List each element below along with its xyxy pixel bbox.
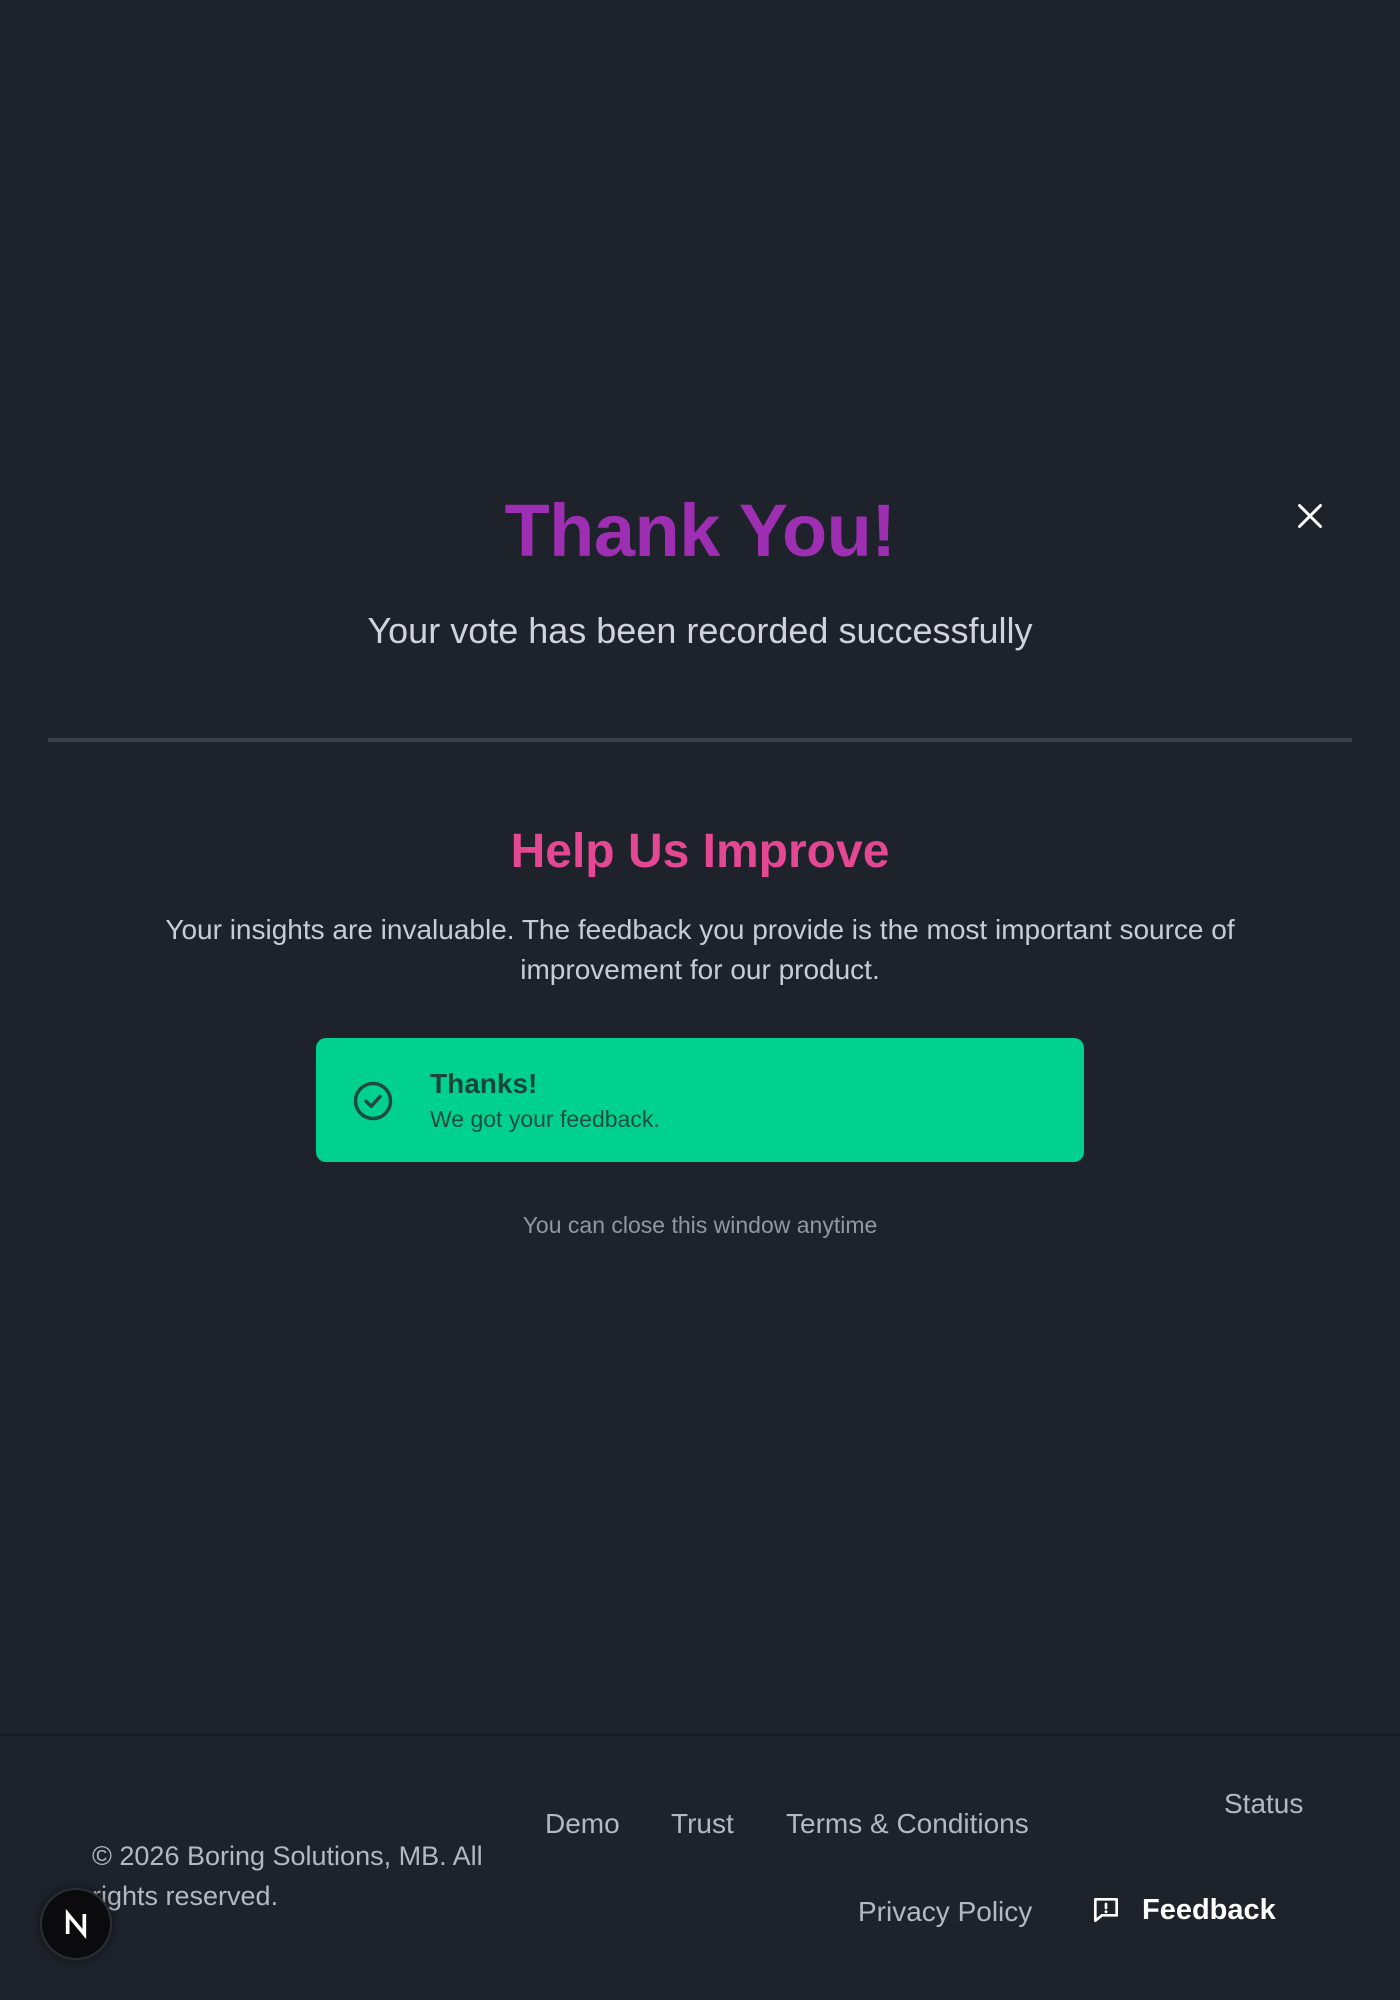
footer: © 2026 Boring Solutions, MB. All rights …	[0, 1734, 1400, 2000]
feedback-button[interactable]: Feedback	[1090, 1886, 1276, 1934]
feedback-button-label: Feedback	[1142, 1893, 1276, 1926]
thank-you-title: Thank You!	[504, 489, 896, 572]
footer-link-trust[interactable]: Trust	[671, 1808, 734, 1840]
message-alert-icon	[1094, 1898, 1118, 1922]
feedback-success-toast: Thanks! We got your feedback.	[316, 1038, 1084, 1162]
toast-title: Thanks!	[430, 1068, 538, 1099]
page: Thank You! Your vote has been recorded s…	[0, 0, 1400, 2000]
footer-link-demo[interactable]: Demo	[545, 1808, 620, 1840]
check-circle-icon	[353, 1081, 393, 1121]
dev-tools-badge[interactable]	[40, 1888, 112, 1960]
help-improve-title: Help Us Improve	[510, 825, 890, 878]
vote-recorded-subtitle: Your vote has been recorded successfully	[367, 610, 1033, 651]
footer-link-terms[interactable]: Terms & Conditions	[786, 1808, 1029, 1840]
close-window-hint: You can close this window anytime	[522, 1212, 878, 1238]
copyright-text: © 2026 Boring Solutions, MB. All rights …	[92, 1841, 483, 1911]
section-divider	[48, 738, 1352, 742]
nextjs-logo-icon	[65, 1908, 87, 1940]
toast-message: We got your feedback.	[430, 1106, 660, 1132]
footer-link-status[interactable]: Status	[1224, 1788, 1303, 1820]
footer-link-privacy[interactable]: Privacy Policy	[858, 1896, 1032, 1928]
help-improve-text: Your insights are invaluable. The feedba…	[165, 914, 1235, 985]
